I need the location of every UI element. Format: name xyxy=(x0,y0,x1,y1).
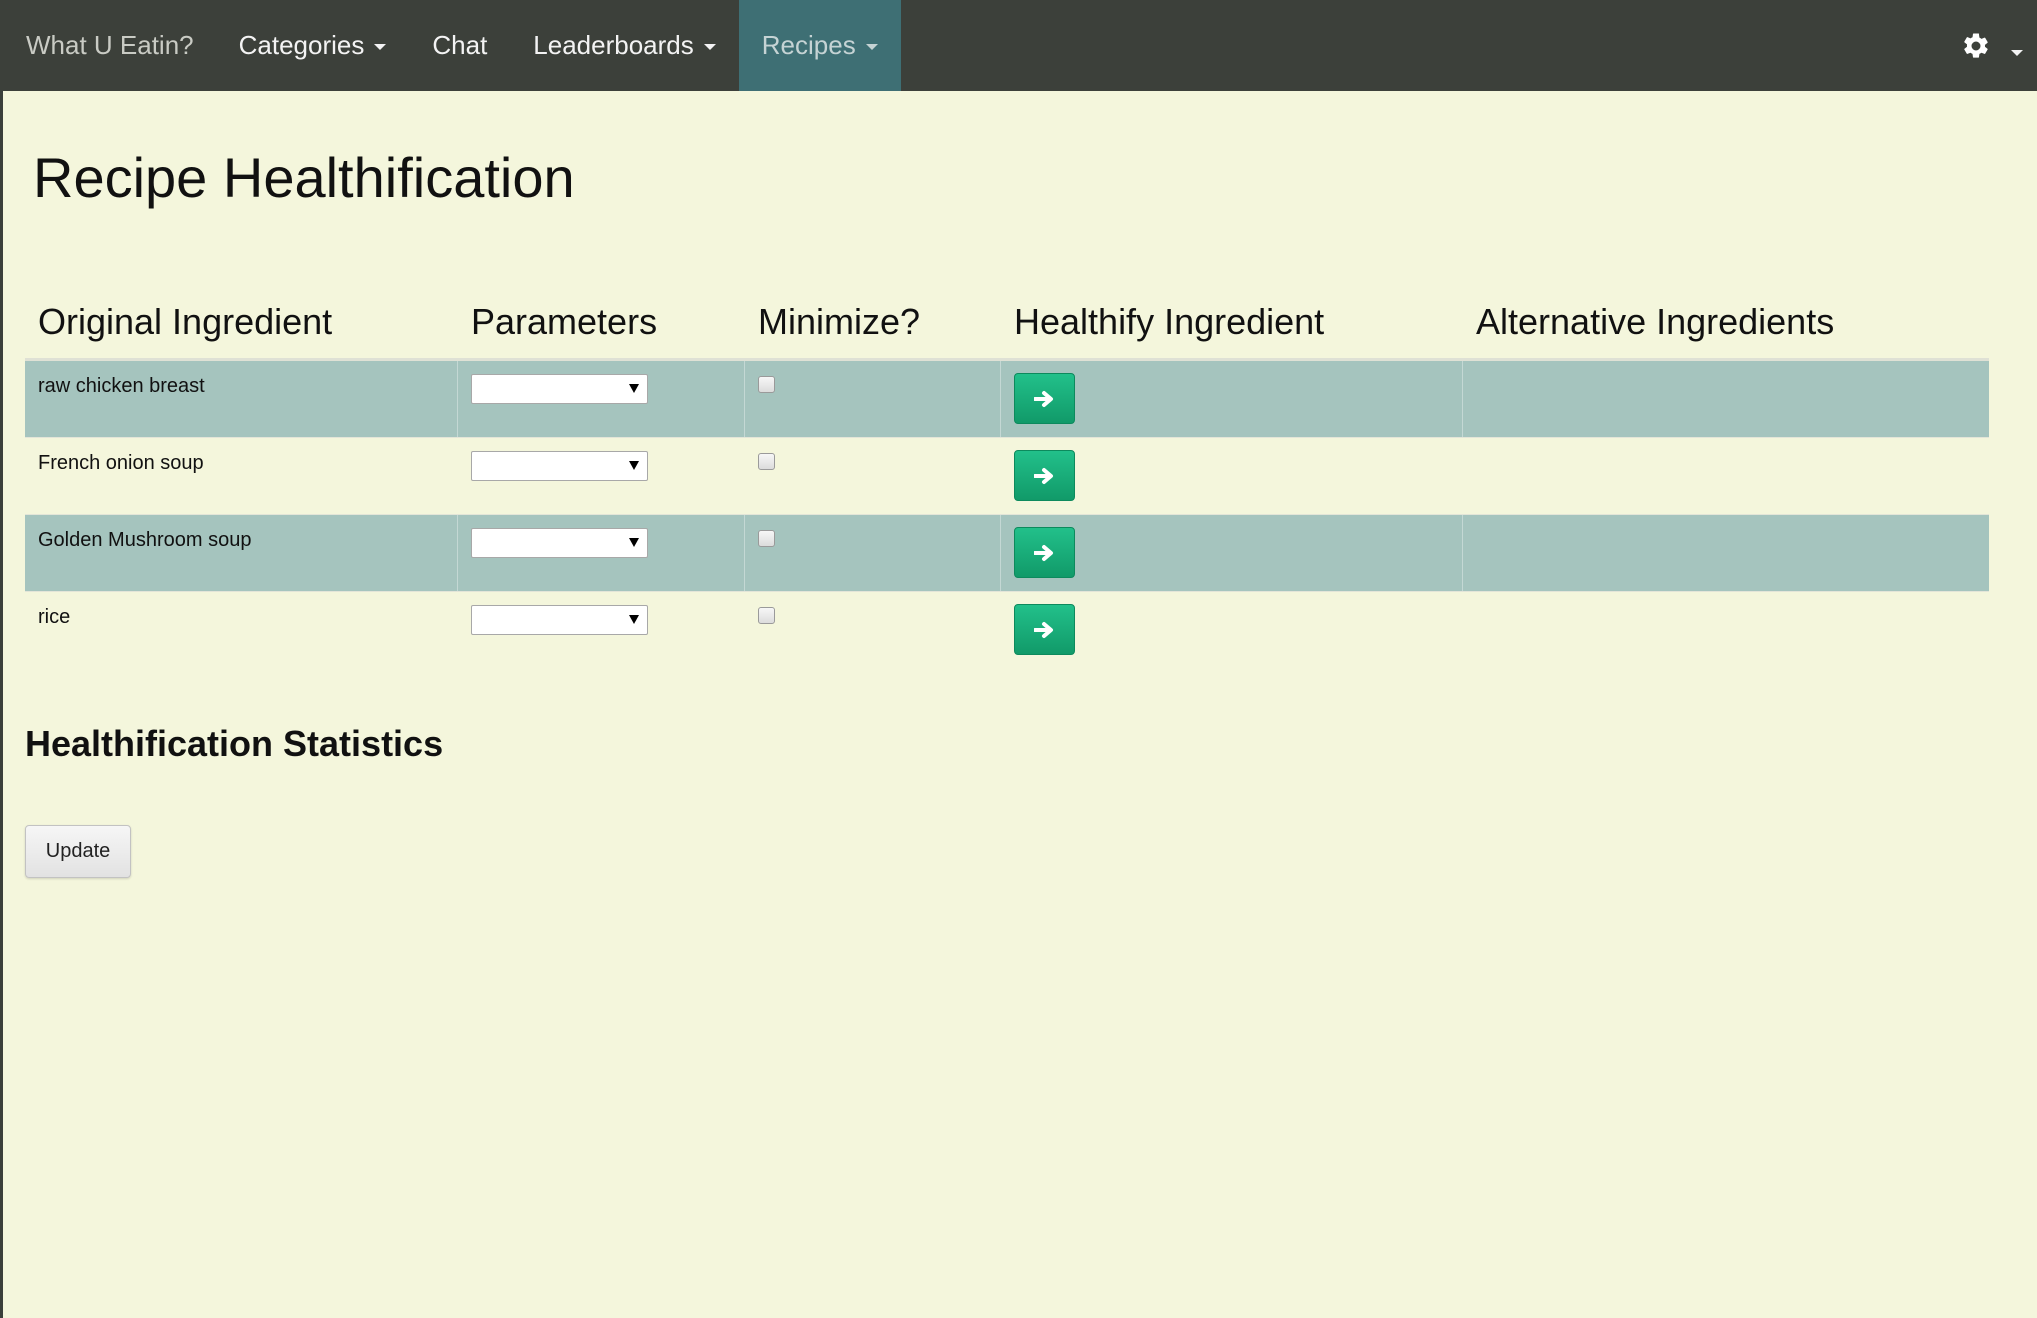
nav-leaderboards-label: Leaderboards xyxy=(533,30,694,60)
alternatives-cell xyxy=(1463,592,1989,669)
healthify-table: Original Ingredient Parameters Minimize?… xyxy=(25,286,1989,669)
ingredient-name: Golden Mushroom soup xyxy=(38,529,252,551)
minimize-checkbox[interactable] xyxy=(758,607,775,624)
nav-categories-label: Categories xyxy=(238,30,365,60)
page-title: Recipe Healthification xyxy=(33,146,575,209)
ingredient-cell: rice xyxy=(25,592,458,669)
settings-dropdown-toggle[interactable] xyxy=(2011,43,2023,61)
table-header: Original Ingredient Parameters Minimize?… xyxy=(25,286,1989,361)
ingredient-cell: French onion soup xyxy=(25,438,458,514)
dropdown-arrow-icon xyxy=(629,461,639,470)
healthify-button[interactable] xyxy=(1014,604,1075,655)
healthify-button[interactable] xyxy=(1014,527,1075,578)
table-row: raw chicken breast xyxy=(25,361,1989,438)
ingredient-name: raw chicken breast xyxy=(38,375,205,397)
alternatives-cell xyxy=(1463,361,1989,437)
chevron-down-icon xyxy=(2011,49,2023,56)
healthify-cell xyxy=(1001,515,1463,591)
window-left-edge xyxy=(0,0,3,1318)
dropdown-arrow-icon xyxy=(629,538,639,547)
minimize-cell xyxy=(745,438,1001,514)
chevron-down-icon xyxy=(374,44,387,50)
healthify-cell xyxy=(1001,438,1463,514)
alternatives-cell xyxy=(1463,515,1989,591)
parameter-select[interactable] xyxy=(471,528,648,558)
header-original-ingredient: Original Ingredient xyxy=(38,301,333,342)
nav-categories[interactable]: Categories xyxy=(216,0,410,91)
dropdown-arrow-icon xyxy=(629,384,639,393)
nav-chat-label: Chat xyxy=(432,30,488,60)
header-alternative-ingredients: Alternative Ingredients xyxy=(1476,301,1835,342)
healthify-cell xyxy=(1001,361,1463,437)
nav-leaderboards[interactable]: Leaderboards xyxy=(510,0,738,91)
minimize-cell xyxy=(745,592,1001,669)
parameter-select[interactable] xyxy=(471,374,648,404)
ingredient-name: French onion soup xyxy=(38,452,204,474)
ingredient-cell: Golden Mushroom soup xyxy=(25,515,458,591)
chevron-down-icon xyxy=(703,44,716,50)
brand-link[interactable]: What U Eatin? xyxy=(0,0,216,91)
minimize-checkbox[interactable] xyxy=(758,530,775,547)
nav-right-group xyxy=(1961,0,2037,91)
healthify-button[interactable] xyxy=(1014,373,1075,424)
update-button[interactable]: Update xyxy=(25,825,131,878)
healthify-button[interactable] xyxy=(1014,450,1075,501)
nav-recipes[interactable]: Recipes xyxy=(738,0,901,91)
table-row: rice xyxy=(25,592,1989,669)
arrow-right-icon xyxy=(1033,544,1053,561)
nav-chat[interactable]: Chat xyxy=(409,0,510,91)
dropdown-arrow-icon xyxy=(629,615,639,624)
parameters-cell xyxy=(458,361,745,437)
gear-icon[interactable] xyxy=(1961,31,1991,61)
parameter-select[interactable] xyxy=(471,605,648,635)
ingredient-name: rice xyxy=(38,606,71,628)
ingredient-cell: raw chicken breast xyxy=(25,361,458,437)
alternatives-cell xyxy=(1463,438,1989,514)
top-navbar: What U Eatin? Categories Chat Leaderboar… xyxy=(0,0,2037,91)
arrow-right-icon xyxy=(1033,621,1053,638)
header-healthify-ingredient: Healthify Ingredient xyxy=(1014,301,1325,342)
healthify-cell xyxy=(1001,592,1463,669)
minimize-checkbox[interactable] xyxy=(758,453,775,470)
table-row: French onion soup xyxy=(25,438,1989,515)
chevron-down-icon xyxy=(865,44,878,50)
minimize-checkbox[interactable] xyxy=(758,376,775,393)
parameters-cell xyxy=(458,515,745,591)
arrow-right-icon xyxy=(1033,390,1053,407)
parameters-cell xyxy=(458,438,745,514)
header-minimize: Minimize? xyxy=(758,301,921,342)
nav-recipes-label: Recipes xyxy=(761,30,856,60)
minimize-cell xyxy=(745,361,1001,437)
header-parameters: Parameters xyxy=(471,301,658,342)
parameters-cell xyxy=(458,592,745,669)
stats-title: Healthification Statistics xyxy=(25,723,444,764)
arrow-right-icon xyxy=(1033,467,1053,484)
table-row: Golden Mushroom soup xyxy=(25,515,1989,592)
minimize-cell xyxy=(745,515,1001,591)
parameter-select[interactable] xyxy=(471,451,648,481)
